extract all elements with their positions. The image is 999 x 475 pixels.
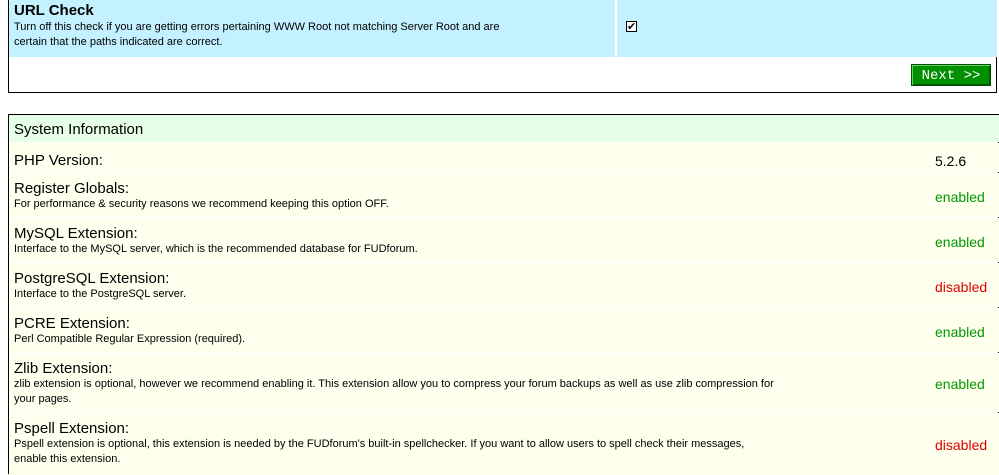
php-version-value: 5.2.6: [935, 153, 967, 169]
zlib-extension-description-line1: zlib extension is optional, however we r…: [14, 378, 774, 390]
url-check-description-line2: certain that the paths indicated are cor…: [14, 36, 223, 48]
register-globals-status: enabled: [935, 189, 985, 205]
url-check-label-cell: URL Check Turn off this check if you are…: [9, 0, 615, 57]
pcre-extension-title: PCRE Extension:: [14, 315, 130, 332]
php-version-row: PHP Version: 5.2.6: [9, 143, 999, 172]
system-information-panel: System Information PHP Version: 5.2.6 Re…: [8, 114, 999, 475]
postgresql-extension-title: PostgreSQL Extension:: [14, 270, 170, 287]
zlib-extension-status: enabled: [935, 376, 985, 392]
pcre-extension-description: Perl Compatible Regular Expression (requ…: [14, 333, 246, 345]
pcre-extension-status: enabled: [935, 324, 985, 340]
pspell-extension-description-line1: Pspell extension is optional, this exten…: [14, 438, 745, 450]
url-check-checkbox[interactable]: ✔: [626, 21, 637, 32]
pspell-extension-title: Pspell Extension:: [14, 420, 130, 437]
url-check-row: URL Check Turn off this check if you are…: [9, 0, 997, 57]
pspell-extension-status: disabled: [935, 437, 988, 453]
mysql-extension-status: enabled: [935, 234, 985, 250]
system-information-header: System Information: [9, 115, 999, 142]
pspell-extension-row: Pspell Extension: Pspell extension is op…: [9, 413, 999, 475]
url-check-description-line1: Turn off this check if you are getting e…: [14, 21, 500, 33]
register-globals-description: For performance & security reasons we re…: [14, 198, 389, 210]
register-globals-title: Register Globals:: [14, 180, 130, 197]
url-check-input-cell: ✔: [617, 0, 997, 57]
url-check-panel: URL Check Turn off this check if you are…: [8, 0, 997, 93]
zlib-extension-row: Zlib Extension: zlib extension is option…: [9, 353, 999, 412]
pspell-extension-description-line2: enable this extension.: [14, 453, 121, 465]
zlib-extension-title: Zlib Extension:: [14, 360, 113, 377]
zlib-extension-description-line2: your pages.: [14, 393, 72, 405]
checkmark-icon: ✔: [627, 20, 637, 33]
postgresql-extension-status: disabled: [935, 279, 988, 295]
postgresql-extension-description: Interface to the PostgreSQL server.: [14, 288, 187, 300]
mysql-extension-title: MySQL Extension:: [14, 225, 138, 242]
next-button[interactable]: Next >>: [911, 64, 991, 86]
php-version-title: PHP Version:: [14, 152, 103, 169]
mysql-extension-row: MySQL Extension: Interface to the MySQL …: [9, 218, 999, 262]
url-check-title: URL Check: [14, 2, 94, 19]
pcre-extension-row: PCRE Extension: Perl Compatible Regular …: [9, 308, 999, 352]
mysql-extension-description: Interface to the MySQL server, which is …: [14, 243, 418, 255]
register-globals-row: Register Globals: For performance & secu…: [9, 173, 999, 217]
postgresql-extension-row: PostgreSQL Extension: Interface to the P…: [9, 263, 999, 307]
